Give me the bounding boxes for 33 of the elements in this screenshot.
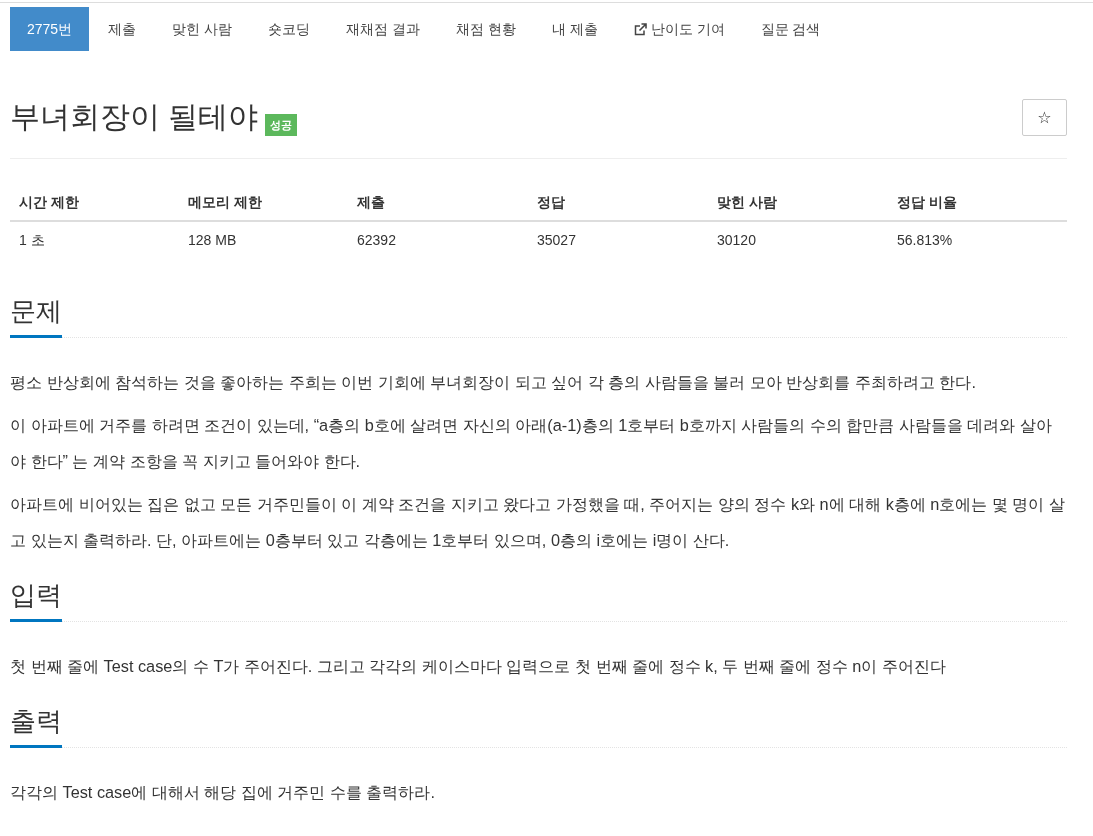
column-header: 시간 제한: [10, 184, 179, 222]
table-cell-text: 35027: [536, 231, 577, 250]
description-text: 각각의 Test case에 대해서 해당 집에 거주민 수를 출력하라.: [10, 782, 436, 803]
table-cell-text: 62392: [356, 231, 397, 250]
nav-tab[interactable]: 재채점 결과: [329, 7, 437, 51]
external-link-icon: [633, 22, 647, 36]
column-header: 맞힌 사람: [708, 184, 888, 222]
nav-tab[interactable]: 제출: [91, 7, 154, 51]
table-cell-text: 1 초: [18, 231, 46, 250]
column-header: 제출: [348, 184, 528, 222]
nav-tab[interactable]: 질문 검색: [743, 7, 838, 51]
nav-tab[interactable]: 숏코딩: [251, 7, 328, 51]
nav-tab[interactable]: 맞힌 사람: [155, 7, 250, 51]
column-header: 정답 비율: [888, 184, 1067, 222]
section-heading: 문제: [10, 294, 62, 338]
table-cell-text: 56.813%: [896, 231, 954, 250]
description-text: 첫 번째 줄에 Test case의 수 T가 주어진다. 그리고 각각의 케이스마다 입력으로 첫 번째 줄에 정수 k, 두 번째 줄에 정수 n이 주어진다: [10, 656, 947, 677]
table-cell-text: 30120: [716, 231, 757, 250]
description-text: 평소 반상회에 참석하는 것을 좋아하는 주희는 이번 기회에 부녀회장이 되고 싶어 각 층의 사람들을 불러 모아 반상회를 주최하려고 한다.: [10, 372, 977, 393]
problem-title: 부녀회장이 될테야: [10, 99, 259, 135]
column-header: 정답: [528, 184, 708, 222]
description-text: 아파트에 비어있는 집은 없고 모든 거주민들이 이 계약 조건을 지키고 왔다고 가정했을 때, 주어지는 양의 정수 k와 n에 대해 k층에 n호에는 몇 명이 살고 있는지 출력하라. 단, 아파트에는 0층부터 있고 각층에는 1호부터 있으며, 0층의 i호에는 i명이 산다.: [10, 494, 1066, 551]
section-heading: 출력: [10, 704, 62, 748]
nav-tab[interactable]: 내 제출: [534, 7, 615, 51]
status-badge: 성공: [265, 114, 298, 136]
description-text: 이 아파트에 거주를 하려면 조건이 있는데, “a층의 b호에 살려면 자신의 아래(a-1)층의 1호부터 b호까지 사람들의 수의 합만큼 사람들을 데려와 살아야 한다” 는 계약 조항을 꼭 지키고 들어와야 한다.: [10, 415, 1053, 472]
column-header: 메모리 제한: [179, 184, 348, 222]
star-button[interactable]: ☆: [1022, 98, 1067, 136]
section-heading: 입력: [10, 578, 62, 622]
nav-tab[interactable]: 2775번: [10, 7, 90, 51]
table-cell-text: 128 MB: [187, 231, 238, 250]
nav-tab[interactable]: 난이도 기여: [616, 7, 742, 51]
nav-tab[interactable]: 채점 현황: [438, 7, 533, 51]
